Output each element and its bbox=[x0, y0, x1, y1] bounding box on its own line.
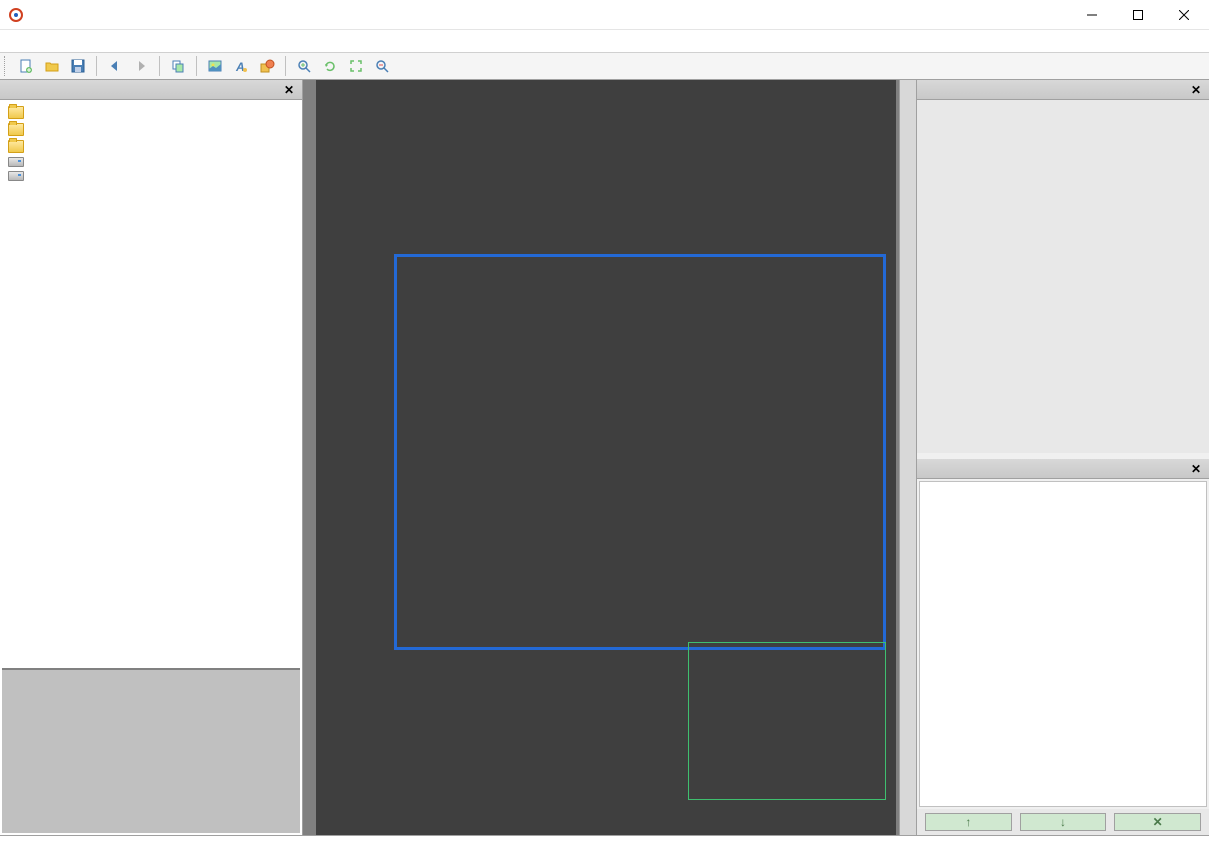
tree-item-drive-e[interactable] bbox=[0, 169, 302, 183]
open-file-button[interactable] bbox=[40, 55, 64, 77]
maximize-button[interactable] bbox=[1115, 0, 1161, 30]
copy-button[interactable] bbox=[166, 55, 190, 77]
forward-button[interactable] bbox=[129, 55, 153, 77]
drive-icon bbox=[8, 157, 24, 167]
tree-item-drive-c[interactable] bbox=[0, 155, 302, 169]
drive-icon bbox=[8, 171, 24, 181]
menu-file[interactable] bbox=[4, 39, 20, 43]
image-browser-panel: ✕ bbox=[0, 80, 303, 835]
menu-view[interactable] bbox=[52, 39, 68, 43]
toolbar-separator bbox=[96, 56, 97, 76]
delete-element-button[interactable]: ✕ bbox=[1114, 813, 1201, 831]
app-icon bbox=[8, 7, 24, 23]
refresh-button[interactable] bbox=[318, 55, 342, 77]
move-up-button[interactable]: ↑ bbox=[925, 813, 1012, 831]
window-controls bbox=[1069, 0, 1207, 30]
toolbar: A bbox=[0, 52, 1209, 80]
tree-item-desktop[interactable] bbox=[0, 104, 302, 121]
canvas-area bbox=[303, 80, 916, 835]
element-settings-body bbox=[917, 100, 1209, 453]
image-browser-close-icon[interactable]: ✕ bbox=[280, 83, 298, 97]
menu-help[interactable] bbox=[68, 39, 84, 43]
main-area: ✕ bbox=[0, 80, 1209, 835]
toolbar-grip bbox=[4, 56, 8, 76]
right-panel: ✕ ✕ ↑ ↓ ✕ bbox=[916, 80, 1209, 835]
folder-icon bbox=[8, 140, 24, 153]
statusbar bbox=[0, 835, 1209, 857]
svg-text:A: A bbox=[235, 60, 245, 74]
toolbar-separator bbox=[159, 56, 160, 76]
insert-text-button[interactable]: A bbox=[229, 55, 253, 77]
scene-elements-close-icon[interactable]: ✕ bbox=[1187, 462, 1205, 476]
image-browser-tree[interactable] bbox=[0, 100, 302, 666]
zoom-in-button[interactable] bbox=[292, 55, 316, 77]
menu-edit[interactable] bbox=[20, 39, 36, 43]
tree-item-home[interactable] bbox=[0, 138, 302, 155]
selection-rectangle[interactable] bbox=[394, 254, 886, 650]
scene-elements-list[interactable] bbox=[919, 481, 1207, 807]
element-settings-close-icon[interactable]: ✕ bbox=[1187, 83, 1205, 97]
fit-button[interactable] bbox=[344, 55, 368, 77]
insert-image-button[interactable] bbox=[203, 55, 227, 77]
toolbar-separator bbox=[196, 56, 197, 76]
zoom-out-button[interactable] bbox=[370, 55, 394, 77]
minimize-button[interactable] bbox=[1069, 0, 1115, 30]
image-preview-box bbox=[2, 668, 300, 833]
move-down-button[interactable]: ↓ bbox=[1020, 813, 1107, 831]
menu-insert[interactable] bbox=[36, 39, 52, 43]
menubar bbox=[0, 30, 1209, 52]
titlebar bbox=[0, 0, 1209, 30]
element-rectangle[interactable] bbox=[688, 642, 886, 800]
element-settings-header: ✕ bbox=[917, 80, 1209, 100]
back-button[interactable] bbox=[103, 55, 127, 77]
new-file-button[interactable] bbox=[14, 55, 38, 77]
canvas-viewport[interactable] bbox=[303, 80, 899, 835]
image-browser-header: ✕ bbox=[0, 80, 302, 100]
toolbar-separator bbox=[285, 56, 286, 76]
scene-elements-controls: ↑ ↓ ✕ bbox=[917, 809, 1209, 835]
insert-shape-button[interactable] bbox=[255, 55, 279, 77]
folder-icon bbox=[8, 106, 24, 119]
folder-icon bbox=[8, 123, 24, 136]
canvas-background[interactable] bbox=[316, 80, 896, 835]
save-button[interactable] bbox=[66, 55, 90, 77]
vertical-scrollbar[interactable] bbox=[899, 80, 916, 835]
scene-elements-header: ✕ bbox=[917, 459, 1209, 479]
close-button[interactable] bbox=[1161, 0, 1207, 30]
tree-item-pictures[interactable] bbox=[0, 121, 302, 138]
